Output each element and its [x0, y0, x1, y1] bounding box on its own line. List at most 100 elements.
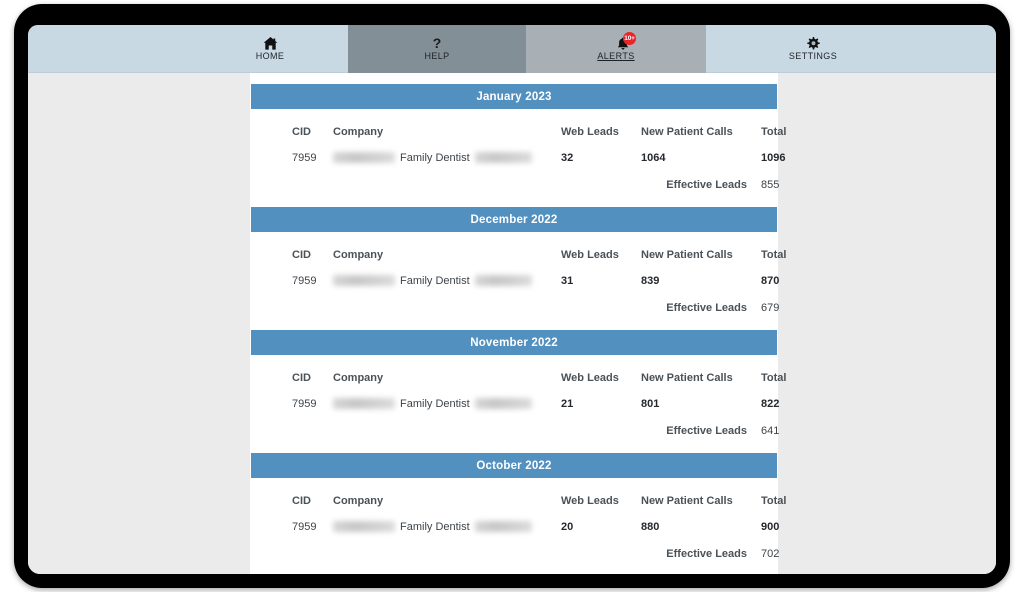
column-header-web-leads: Web Leads [561, 249, 619, 261]
nav-tab-help[interactable]: ? HELP [348, 25, 526, 73]
column-header-company: Company [333, 372, 384, 384]
month-table: CID Company Web Leads New Patient Calls … [250, 355, 786, 453]
cell-cid: 7959 [292, 152, 317, 164]
nav-tab-settings[interactable]: SETTINGS [728, 25, 898, 73]
alerts-badge: 10+ [623, 32, 636, 45]
month-block-3: October 2022 CID Company Web Leads New P… [250, 453, 786, 574]
cell-company: Family Dentist [333, 270, 532, 292]
effective-leads-label: Effective Leads [666, 179, 747, 191]
month-block-1: December 2022 CID Company Web Leads New … [250, 207, 786, 330]
company-name: Family Dentist [400, 521, 470, 533]
cell-new-patient-calls: 801 [641, 398, 660, 410]
tablet-device-frame: HOME ? HELP 10+ ALERTS SETTINGS January … [14, 4, 1010, 588]
nav-tab-settings-label: SETTINGS [788, 51, 838, 61]
column-header-new-patient-calls: New Patient Calls [641, 372, 733, 384]
month-block-0: January 2023 CID Company Web Leads New P… [250, 84, 786, 207]
nav-tab-home-label: HOME [255, 51, 285, 61]
top-navigation-bar: HOME ? HELP 10+ ALERTS SETTINGS [28, 25, 996, 73]
column-header-cid: CID [292, 495, 311, 507]
cell-web-leads: 32 [561, 152, 574, 164]
effective-leads-label: Effective Leads [666, 425, 747, 437]
redacted-company-suffix [474, 274, 532, 286]
question-mark-icon: ? [432, 35, 442, 51]
column-header-company: Company [333, 495, 384, 507]
table-row: 7959 Family Dentist 21 801 822 [250, 393, 780, 415]
redacted-company-suffix [474, 520, 532, 532]
effective-leads-row: Effective Leads 855 [250, 174, 780, 196]
column-header-web-leads: Web Leads [561, 126, 619, 138]
cell-company: Family Dentist [333, 393, 532, 415]
home-icon [263, 37, 278, 50]
redacted-company-prefix [333, 397, 395, 409]
nav-tab-alerts[interactable]: 10+ ALERTS [526, 25, 706, 73]
effective-leads-row: Effective Leads 641 [250, 420, 780, 442]
column-header-web-leads: Web Leads [561, 495, 619, 507]
effective-leads-label: Effective Leads [666, 302, 747, 314]
monthly-report-card: January 2023 CID Company Web Leads New P… [250, 73, 786, 574]
cell-web-leads: 31 [561, 275, 574, 287]
column-header-total: Total [761, 372, 787, 384]
column-header-total: Total [761, 126, 787, 138]
column-header-cid: CID [292, 126, 311, 138]
cell-cid: 7959 [292, 521, 317, 533]
table-row: 7959 Family Dentist 20 880 900 [250, 516, 780, 538]
cell-web-leads: 21 [561, 398, 574, 410]
cell-total: 870 [761, 275, 780, 287]
column-header-new-patient-calls: New Patient Calls [641, 126, 733, 138]
gear-icon [806, 37, 820, 50]
column-header-company: Company [333, 126, 384, 138]
redacted-company-prefix [333, 151, 395, 163]
cell-company: Family Dentist [333, 147, 532, 169]
month-table: CID Company Web Leads New Patient Calls … [250, 109, 786, 207]
nav-tab-alerts-label: ALERTS [597, 51, 635, 61]
cell-effective-leads: 855 [761, 179, 780, 191]
month-block-2: November 2022 CID Company Web Leads New … [250, 330, 786, 453]
table-header-row: CID Company Web Leads New Patient Calls … [250, 244, 786, 266]
month-header: October 2022 [251, 453, 777, 478]
cell-effective-leads: 702 [761, 548, 780, 560]
cell-new-patient-calls: 1064 [641, 152, 666, 164]
cell-effective-leads: 679 [761, 302, 780, 314]
cell-web-leads: 20 [561, 521, 574, 533]
cell-total: 1096 [761, 152, 786, 164]
company-name: Family Dentist [400, 152, 470, 164]
redacted-company-suffix [474, 151, 532, 163]
month-table: CID Company Web Leads New Patient Calls … [250, 478, 786, 574]
column-header-cid: CID [292, 249, 311, 261]
column-header-cid: CID [292, 372, 311, 384]
cell-company: Family Dentist [333, 516, 532, 538]
column-header-web-leads: Web Leads [561, 372, 619, 384]
effective-leads-label: Effective Leads [666, 548, 747, 560]
column-header-new-patient-calls: New Patient Calls [641, 495, 733, 507]
table-header-row: CID Company Web Leads New Patient Calls … [250, 367, 786, 389]
effective-leads-row: Effective Leads 679 [250, 297, 780, 319]
cell-effective-leads: 641 [761, 425, 780, 437]
column-header-total: Total [761, 495, 787, 507]
month-table: CID Company Web Leads New Patient Calls … [250, 232, 786, 330]
redacted-company-prefix [333, 520, 395, 532]
company-name: Family Dentist [400, 275, 470, 287]
cell-new-patient-calls: 839 [641, 275, 660, 287]
effective-leads-row: Effective Leads 702 [250, 543, 780, 565]
cell-new-patient-calls: 880 [641, 521, 660, 533]
column-header-new-patient-calls: New Patient Calls [641, 249, 733, 261]
nav-tab-help-label: HELP [424, 51, 450, 61]
cell-cid: 7959 [292, 275, 317, 287]
month-header: January 2023 [251, 84, 777, 109]
page-body: January 2023 CID Company Web Leads New P… [28, 73, 996, 574]
column-header-company: Company [333, 249, 384, 261]
cell-total: 822 [761, 398, 780, 410]
cell-total: 900 [761, 521, 780, 533]
device-screen: HOME ? HELP 10+ ALERTS SETTINGS January … [28, 25, 996, 574]
month-header: November 2022 [251, 330, 777, 355]
cell-cid: 7959 [292, 398, 317, 410]
table-row: 7959 Family Dentist 31 839 870 [250, 270, 780, 292]
month-header: December 2022 [251, 207, 777, 232]
redacted-company-prefix [333, 274, 395, 286]
table-header-row: CID Company Web Leads New Patient Calls … [250, 121, 786, 143]
redacted-company-suffix [474, 397, 532, 409]
table-row: 7959 Family Dentist 32 1064 1096 [250, 147, 785, 169]
table-header-row: CID Company Web Leads New Patient Calls … [250, 490, 786, 512]
nav-tab-home[interactable]: HOME [210, 25, 330, 73]
column-header-total: Total [761, 249, 787, 261]
